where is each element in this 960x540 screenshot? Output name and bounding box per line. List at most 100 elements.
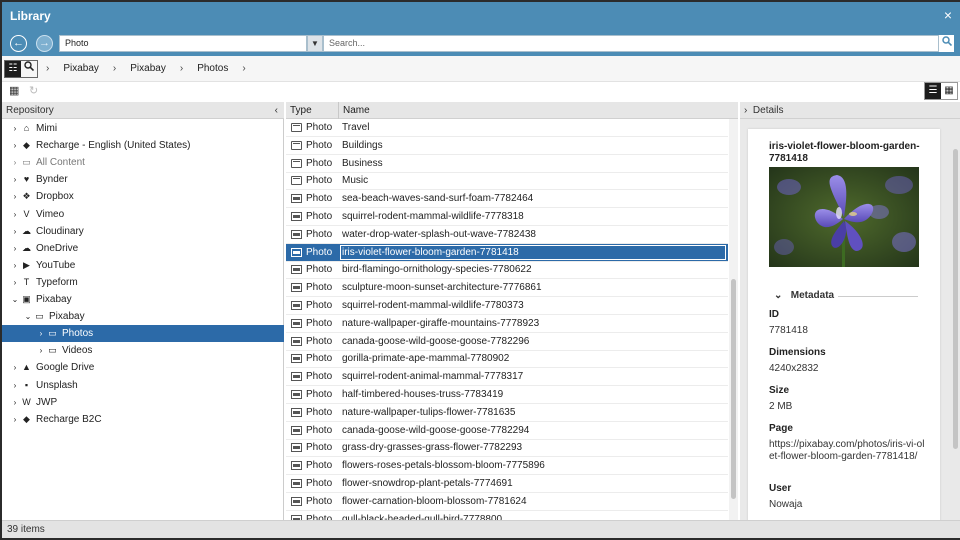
close-icon[interactable]: × (944, 7, 952, 23)
chevron-right-icon[interactable]: › (11, 274, 19, 291)
column-header-name[interactable]: Name (338, 102, 738, 119)
table-row[interactable]: Photo Buildings (286, 137, 728, 155)
forward-button[interactable]: → (36, 35, 53, 52)
breadcrumb-item[interactable]: Pixabay (63, 63, 99, 74)
chevron-right-icon[interactable]: › (11, 120, 19, 137)
chevron-right-icon[interactable]: › (11, 377, 19, 394)
table-row[interactable]: Photo gorilla-primate-ape-mammal-7780902 (286, 350, 728, 369)
table-row[interactable]: Photo half-timbered-houses-truss-7783419 (286, 386, 728, 404)
table-row[interactable]: Photo nature-wallpaper-tulips-flower-7781… (286, 404, 728, 422)
breadcrumb-bar: ☷ › Pixabay › Pixabay › Photos › (2, 56, 960, 82)
chevron-right-icon[interactable]: › (11, 359, 19, 376)
youtube-icon: ▶ (23, 259, 30, 270)
tree-item[interactable]: › ◆ Recharge - English (United States) (2, 137, 284, 154)
field-value-page[interactable]: https://pixabay.com/photos/iris-vi-olet-… (769, 439, 929, 463)
tree-item[interactable]: › V Vimeo (2, 206, 284, 223)
search-mode-icon[interactable] (21, 61, 37, 77)
chevron-right-icon[interactable]: › (11, 223, 19, 240)
grid-scrollbar[interactable] (729, 119, 738, 520)
table-row[interactable]: Photo canada-goose-wild-goose-goose-77822… (286, 422, 728, 440)
add-to-list-icon[interactable]: ▦ (9, 84, 19, 97)
chevron-right-icon[interactable]: › (37, 342, 45, 359)
table-row[interactable]: Photo squirrel-rodent-mammal-wildlife-777… (286, 208, 728, 226)
cell-type: Photo (306, 513, 333, 520)
table-row[interactable]: Photo flower-carnation-bloom-blossom-7781… (286, 493, 728, 511)
breadcrumb-item[interactable]: Pixabay (130, 63, 166, 74)
cell-type: Photo (306, 424, 333, 436)
table-row[interactable]: Photo gull-black-headed-gull-bird-7778800 (286, 511, 728, 520)
tree-item[interactable]: › ◆ Recharge B2C (2, 411, 284, 428)
cell-type: Photo (306, 175, 333, 187)
tree-item[interactable]: › ▪ Unsplash (2, 377, 284, 394)
tree-item[interactable]: › ▭ All Content (2, 154, 284, 171)
tree-item[interactable]: › ⌂ Mimi (2, 120, 284, 137)
tree-item-label: Photos (62, 328, 94, 340)
chevron-right-icon[interactable]: › (11, 411, 19, 428)
image-icon (291, 247, 302, 257)
tree-item[interactable]: › ❖ Dropbox (2, 188, 284, 205)
chevron-down-icon[interactable]: ⌄ (11, 291, 19, 308)
back-button[interactable]: ← (10, 35, 27, 52)
search-bar: ← → Photo ▼ Search... (2, 30, 960, 56)
chevron-right-icon[interactable]: › (11, 154, 19, 171)
table-row[interactable]: Photo sea-beach-waves-sand-surf-foam-7782… (286, 190, 728, 209)
image-icon (291, 336, 302, 346)
tree-item[interactable]: › ☁ Cloudinary (2, 223, 284, 240)
breadcrumb-item[interactable]: Photos (197, 63, 228, 74)
tree-item[interactable]: › W JWP (2, 394, 284, 411)
search-icon[interactable] (939, 35, 954, 52)
list-view-icon[interactable]: ☰ (925, 83, 941, 99)
table-row[interactable]: Photo Business (286, 155, 728, 173)
tree-item[interactable]: › T Typeform (2, 274, 284, 291)
table-row[interactable]: Photo Travel (286, 119, 728, 137)
table-row[interactable]: Photo squirrel-rodent-mammal-wildlife-778… (286, 297, 728, 315)
tree-item[interactable]: › ▭ Photos (2, 325, 284, 343)
table-row[interactable]: Photo canada-goose-wild-goose-goose-77822… (286, 333, 728, 351)
details-scrollbar[interactable] (950, 119, 960, 520)
chevron-down-icon[interactable]: ▼ (307, 35, 323, 52)
tree-item[interactable]: › ♥ Bynder (2, 171, 284, 188)
chevron-right-icon[interactable]: › (11, 240, 19, 257)
tree-item[interactable]: ⌄ ▭ Pixabay (2, 308, 284, 325)
table-row[interactable]: Photo water-drop-water-splash-out-wave-77… (286, 226, 728, 244)
chevron-right-icon[interactable]: › (11, 171, 19, 188)
metadata-toggle[interactable]: ⌄ Metadata (774, 290, 834, 301)
tree-item[interactable]: › ▲ Google Drive (2, 359, 284, 376)
tree-item[interactable]: › ▶ YouTube (2, 257, 284, 274)
chevron-right-icon[interactable]: › (11, 394, 19, 411)
details-title: Details (752, 105, 784, 116)
chevron-right-icon[interactable]: › (11, 206, 19, 223)
collapse-panel-icon[interactable]: ‹ (275, 102, 278, 119)
details-header[interactable]: › Details (740, 102, 960, 119)
thumbnail-view-icon[interactable]: ▦ (941, 83, 957, 99)
image-icon (291, 265, 302, 275)
chevron-down-icon[interactable]: ⌄ (24, 308, 32, 325)
chevron-right-icon[interactable]: › (11, 188, 19, 205)
image-icon (291, 318, 302, 328)
column-header-type[interactable]: Type (290, 102, 312, 119)
table-row[interactable]: Photo iris-violet-flower-bloom-garden-778… (286, 243, 728, 262)
scrollbar-thumb[interactable] (953, 149, 958, 449)
type-filter-select[interactable]: Photo (59, 35, 307, 52)
table-row[interactable]: Photo flower-snowdrop-plant-petals-777469… (286, 475, 728, 493)
search-input[interactable]: Search... (323, 35, 939, 52)
table-row[interactable]: Photo squirrel-rodent-animal-mammal-77783… (286, 368, 728, 387)
cell-type: Photo (306, 228, 333, 240)
table-row[interactable]: Photo flowers-roses-petals-blossom-bloom-… (286, 457, 728, 476)
chevron-right-icon[interactable]: › (11, 257, 19, 274)
chevron-right-icon[interactable]: › (37, 325, 45, 342)
tree-item-label: Unsplash (36, 379, 78, 391)
tree-item[interactable]: › ☁ OneDrive (2, 240, 284, 257)
cell-name: bird-flamingo-ornithology-species-778062… (342, 264, 532, 276)
chevron-right-icon[interactable]: › (11, 137, 19, 154)
table-row[interactable]: Photo bird-flamingo-ornithology-species-7… (286, 261, 728, 280)
tree-view-icon[interactable]: ☷ (5, 61, 21, 77)
table-row[interactable]: Photo grass-dry-grasses-grass-flower-7782… (286, 439, 728, 458)
cell-name: flower-carnation-bloom-blossom-7781624 (342, 495, 527, 507)
tree-item[interactable]: › ▭ Videos (2, 342, 284, 359)
table-row[interactable]: Photo nature-wallpaper-giraffe-mountains-… (286, 315, 728, 333)
scrollbar-thumb[interactable] (731, 279, 736, 499)
table-row[interactable]: Photo Music (286, 172, 728, 191)
table-row[interactable]: Photo sculpture-moon-sunset-architecture-… (286, 279, 728, 298)
tree-item[interactable]: ⌄ ▣ Pixabay (2, 291, 284, 308)
